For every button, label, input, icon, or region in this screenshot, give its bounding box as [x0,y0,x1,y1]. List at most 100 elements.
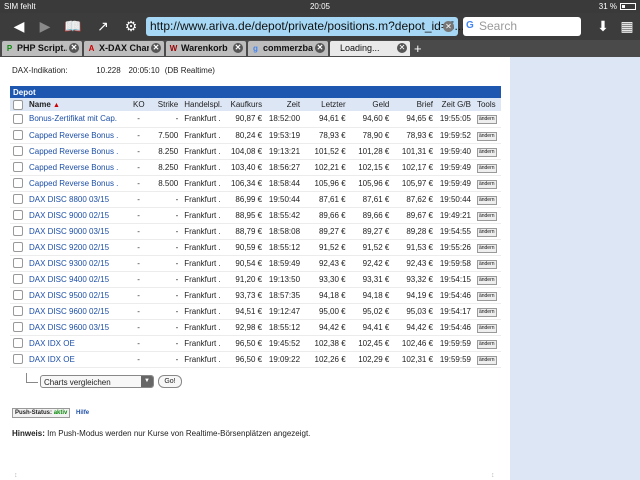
row-checkbox[interactable] [10,303,26,320]
table-row: DAX DISC 9300 02/15- - Frankfurt . 90,54 €1… [10,255,501,272]
forward-icon[interactable]: ▶ [36,18,54,35]
edit-tool-button[interactable]: ändern [473,143,501,160]
edit-tool-button[interactable]: ändern [473,239,501,256]
column-brief[interactable]: Brief [392,98,437,111]
row-checkbox[interactable] [10,143,26,160]
edit-tool-button[interactable]: ändern [473,191,501,208]
resize-handle-icon[interactable]: ↕ [14,472,18,479]
position-name-link[interactable]: Capped Reverse Bonus . [26,143,130,160]
row-checkbox[interactable] [10,351,26,368]
back-icon[interactable]: ◀ [10,18,28,35]
column-letzter[interactable]: Letzter [303,98,349,111]
position-name-link[interactable]: DAX DISC 9500 02/15 [26,287,130,304]
url-bar[interactable]: http://www.ariva.de/depot/private/positi… [146,17,465,36]
position-name-link[interactable]: DAX DISC 9400 02/15 [26,271,130,288]
row-checkbox[interactable] [10,287,26,304]
row-checkbox[interactable] [10,223,26,240]
column-zeit[interactable]: Zeit [265,98,304,111]
close-tab-icon[interactable]: ✕ [69,43,79,53]
edit-tool-button[interactable]: ändern [473,207,501,224]
column-handelsplatz[interactable]: Handelspl. [181,98,228,111]
position-name-link[interactable]: Bonus-Zertifikat mit Cap. [26,111,130,128]
edit-tool-button[interactable]: ändern [473,271,501,288]
edit-tool-button[interactable]: ändern [473,159,501,176]
row-checkbox[interactable] [10,159,26,176]
resize-handle-icon[interactable]: ↕ [491,472,495,479]
column-geld[interactable]: Geld [348,98,393,111]
sort-arrow-icon[interactable]: ▲ [53,102,60,109]
help-link[interactable]: Hilfe [76,410,89,416]
row-checkbox[interactable] [10,175,26,192]
edit-tool-button[interactable]: ändern [473,111,501,128]
select-all-checkbox[interactable] [10,98,26,111]
go-button[interactable]: Go! [158,375,182,388]
url-text[interactable]: http://www.ariva.de/depot/private/positi… [150,19,465,33]
table-row: DAX DISC 9500 02/15- - Frankfurt . 93,73 €1… [10,287,501,304]
tab-loading[interactable]: Loading... ✕ [330,41,410,56]
bookmarks-icon[interactable]: 📖 [64,18,82,35]
column-zeit-gb[interactable]: Zeit G/B [436,98,474,111]
new-tab-icon[interactable]: + [414,41,422,56]
settings-gear-icon[interactable]: ⚙ [122,18,140,35]
row-checkbox[interactable] [10,255,26,272]
table-row: DAX DISC 9200 02/15- - Frankfurt . 90,59 €1… [10,239,501,256]
column-name[interactable]: Name ▲ [26,98,130,111]
position-name-link[interactable]: DAX DISC 9600 02/15 [26,303,130,320]
search-input[interactable]: G Search [463,17,581,36]
edit-tool-button[interactable]: ändern [473,127,501,144]
cell-value: 19:55:05 [436,111,474,128]
tab-warenkorb[interactable]: W Warenkorb ✕ [166,41,246,56]
tab-php-script[interactable]: P PHP Script... ✕ [2,41,82,56]
position-name-link[interactable]: DAX DISC 9000 03/15 [26,223,130,240]
tab-xdax-chart[interactable]: A X-DAX Char... ✕ [84,41,164,56]
row-checkbox[interactable] [10,239,26,256]
row-checkbox[interactable] [10,335,26,352]
edit-tool-button[interactable]: ändern [473,351,501,368]
position-name-link[interactable]: DAX DISC 9000 02/15 [26,207,130,224]
position-name-link[interactable]: DAX IDX OE [26,335,130,352]
row-checkbox[interactable] [10,191,26,208]
column-ko[interactable]: KO [129,98,148,111]
download-icon[interactable]: ⬇ [594,18,612,35]
row-checkbox[interactable] [10,111,26,128]
edit-tool-button[interactable]: ändern [473,223,501,240]
column-kaufkurs[interactable]: Kaufkurs [227,98,266,111]
edit-tool-button[interactable]: ändern [473,303,501,320]
edit-tool-button[interactable]: ändern [473,287,501,304]
cell-value: 105,96 € [348,175,393,192]
column-strike[interactable]: Strike [147,98,182,111]
edit-tool-button[interactable]: ändern [473,319,501,336]
edit-tool-button[interactable]: ändern [473,255,501,272]
clear-url-icon[interactable]: ✕ [443,21,454,32]
cell-value: 19:59:58 [436,255,474,272]
share-icon[interactable]: ↗ [94,18,112,35]
cell-value: 89,67 € [392,207,437,224]
position-name-link[interactable]: DAX IDX OE [26,351,130,368]
close-tab-icon[interactable]: ✕ [151,43,161,53]
close-tab-icon[interactable]: ✕ [397,43,407,53]
chevron-down-icon[interactable]: ▼ [141,376,153,387]
position-name-link[interactable]: DAX DISC 8800 03/15 [26,191,130,208]
row-checkbox[interactable] [10,319,26,336]
chart-compare-select[interactable]: Charts vergleichen ▼ [40,375,154,388]
tabs-overview-icon[interactable]: ▦ [618,18,636,35]
battery-icon [620,3,636,10]
position-name-link[interactable]: DAX DISC 9300 02/15 [26,255,130,272]
row-checkbox[interactable] [10,127,26,144]
cell-ko: - [129,287,148,304]
position-name-link[interactable]: Capped Reverse Bonus . [26,175,130,192]
position-name-link[interactable]: DAX DISC 9200 02/15 [26,239,130,256]
table-row: DAX DISC 9000 02/15- - Frankfurt . 88,95 €1… [10,207,501,224]
position-name-link[interactable]: Capped Reverse Bonus . [26,127,130,144]
status-bar: SIM fehlt 20:05 31 % [0,0,640,13]
push-status-badge[interactable]: Push-Status: aktiv [12,408,71,418]
row-checkbox[interactable] [10,271,26,288]
tab-commerzbank[interactable]: g commerzba... ✕ [248,41,328,56]
row-checkbox[interactable] [10,207,26,224]
close-tab-icon[interactable]: ✕ [233,43,243,53]
edit-tool-button[interactable]: ändern [473,175,501,192]
position-name-link[interactable]: DAX DISC 9600 03/15 [26,319,130,336]
position-name-link[interactable]: Capped Reverse Bonus . [26,159,130,176]
close-tab-icon[interactable]: ✕ [315,43,325,53]
edit-tool-button[interactable]: ändern [473,335,501,352]
